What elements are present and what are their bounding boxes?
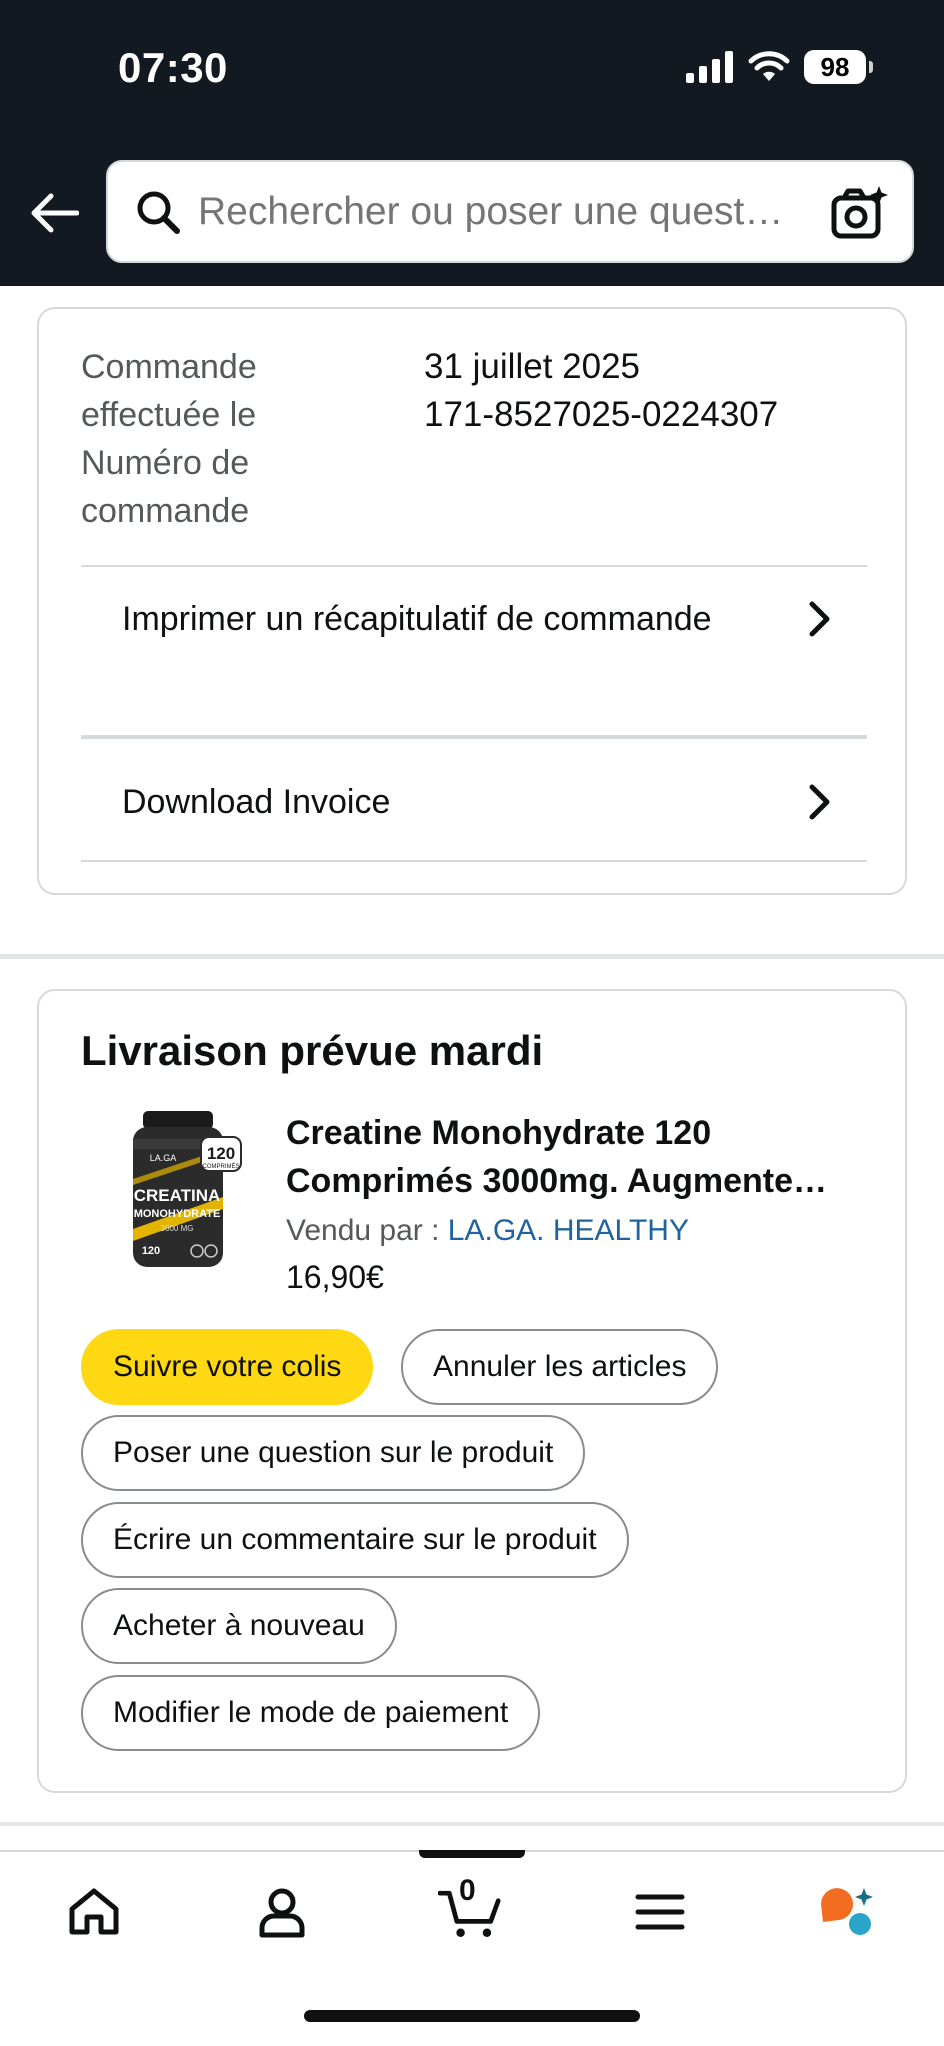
active-tab-indicator: [419, 1850, 525, 1858]
product-image-name-2: MONOHYDRATE: [134, 1208, 221, 1220]
assistant-icon: [821, 1888, 873, 1935]
order-number-label-2: commande: [81, 492, 250, 530]
order-info-card: Commande effectuée le Numéro de commande…: [37, 307, 907, 895]
order-number-label: Numéro de: [81, 444, 250, 482]
change-payment-button[interactable]: Modifier le mode de paiement: [81, 1675, 541, 1751]
ask-question-button[interactable]: Poser une question sur le produit: [81, 1415, 586, 1491]
order-meta-labels: Commande effectuée le Numéro de commande: [81, 343, 381, 535]
home-indicator: [304, 2010, 640, 2022]
top-header: 07:30 98: [0, 0, 944, 286]
section-separator: [0, 954, 944, 959]
order-number-value: 171-8527025-0224307: [424, 395, 779, 434]
product-title-link[interactable]: Creatine Monohydrate 120 Comprimés 3000m…: [286, 1109, 876, 1205]
wifi-icon: [748, 51, 790, 81]
seller-line: Vendu par : LA.GA. HEALTHY: [286, 1209, 689, 1253]
chevron-right-icon: [809, 601, 830, 637]
back-button[interactable]: [26, 188, 82, 238]
status-icons: 98: [686, 50, 873, 84]
nav-account[interactable]: [250, 1880, 314, 1944]
status-time: 07:30: [118, 44, 228, 91]
product-image-count: 120: [207, 1144, 235, 1163]
signal-icon: [686, 51, 733, 83]
divider: [81, 735, 867, 739]
order-date-value: 31 juillet 2025: [424, 347, 640, 386]
order-meta-values: 31 juillet 2025 171-8527025-0224307: [424, 343, 778, 439]
battery-indicator: 98: [804, 50, 873, 84]
product-image-count-bottom: 120: [142, 1245, 160, 1257]
product-image-count-sub: COMPRIMÉS: [202, 1163, 239, 1170]
divider: [81, 565, 867, 567]
user-icon: [259, 1888, 305, 1938]
nav-menu[interactable]: [628, 1880, 692, 1944]
write-review-button[interactable]: Écrire un commentaire sur le produit: [81, 1502, 629, 1578]
order-date-label-2: effectuée le: [81, 396, 257, 434]
cart-count-badge: 0: [459, 1874, 476, 1907]
delivery-card: Livraison prévue mardi 120 COMPRIMÉS LA.…: [37, 989, 907, 1793]
chevron-right-icon: [809, 784, 830, 820]
product-image[interactable]: 120 COMPRIMÉS LA.GA CREATINA MONOHYDRATE…: [115, 1109, 245, 1269]
nav-assistant[interactable]: [815, 1880, 879, 1944]
seller-prefix: Vendu par :: [286, 1214, 448, 1247]
divider: [81, 860, 867, 862]
track-package-button[interactable]: Suivre votre colis: [81, 1329, 374, 1405]
download-invoice-link[interactable]: Download Invoice: [81, 765, 867, 839]
product-image-name: CREATINA: [134, 1186, 221, 1205]
home-icon: [69, 1888, 119, 1935]
section-separator: [0, 1822, 944, 1826]
nav-home[interactable]: [62, 1880, 126, 1944]
search-input[interactable]: [198, 189, 798, 234]
order-date-label: Commande: [81, 348, 257, 386]
print-summary-label: Imprimer un récapitulatif de commande: [122, 600, 712, 638]
menu-icon: [635, 1894, 685, 1930]
print-summary-link[interactable]: Imprimer un récapitulatif de commande: [81, 595, 867, 643]
nav-cart[interactable]: 0: [438, 1874, 502, 1944]
buy-again-button[interactable]: Acheter à nouveau: [81, 1588, 397, 1664]
product-price: 16,90€: [286, 1259, 384, 1295]
cancel-items-button[interactable]: Annuler les articles: [401, 1329, 719, 1405]
product-image-dose: 3000 MG: [161, 1224, 194, 1233]
product-image-brand: LA.GA: [150, 1153, 177, 1163]
seller-link[interactable]: LA.GA. HEALTHY: [448, 1214, 689, 1247]
back-arrow-icon: [31, 193, 79, 233]
search-icon: [130, 184, 186, 240]
delivery-title: Livraison prévue mardi: [81, 1027, 544, 1074]
search-bar[interactable]: [106, 160, 914, 263]
camera-search-icon[interactable]: [830, 184, 890, 242]
download-invoice-label: Download Invoice: [122, 783, 391, 821]
